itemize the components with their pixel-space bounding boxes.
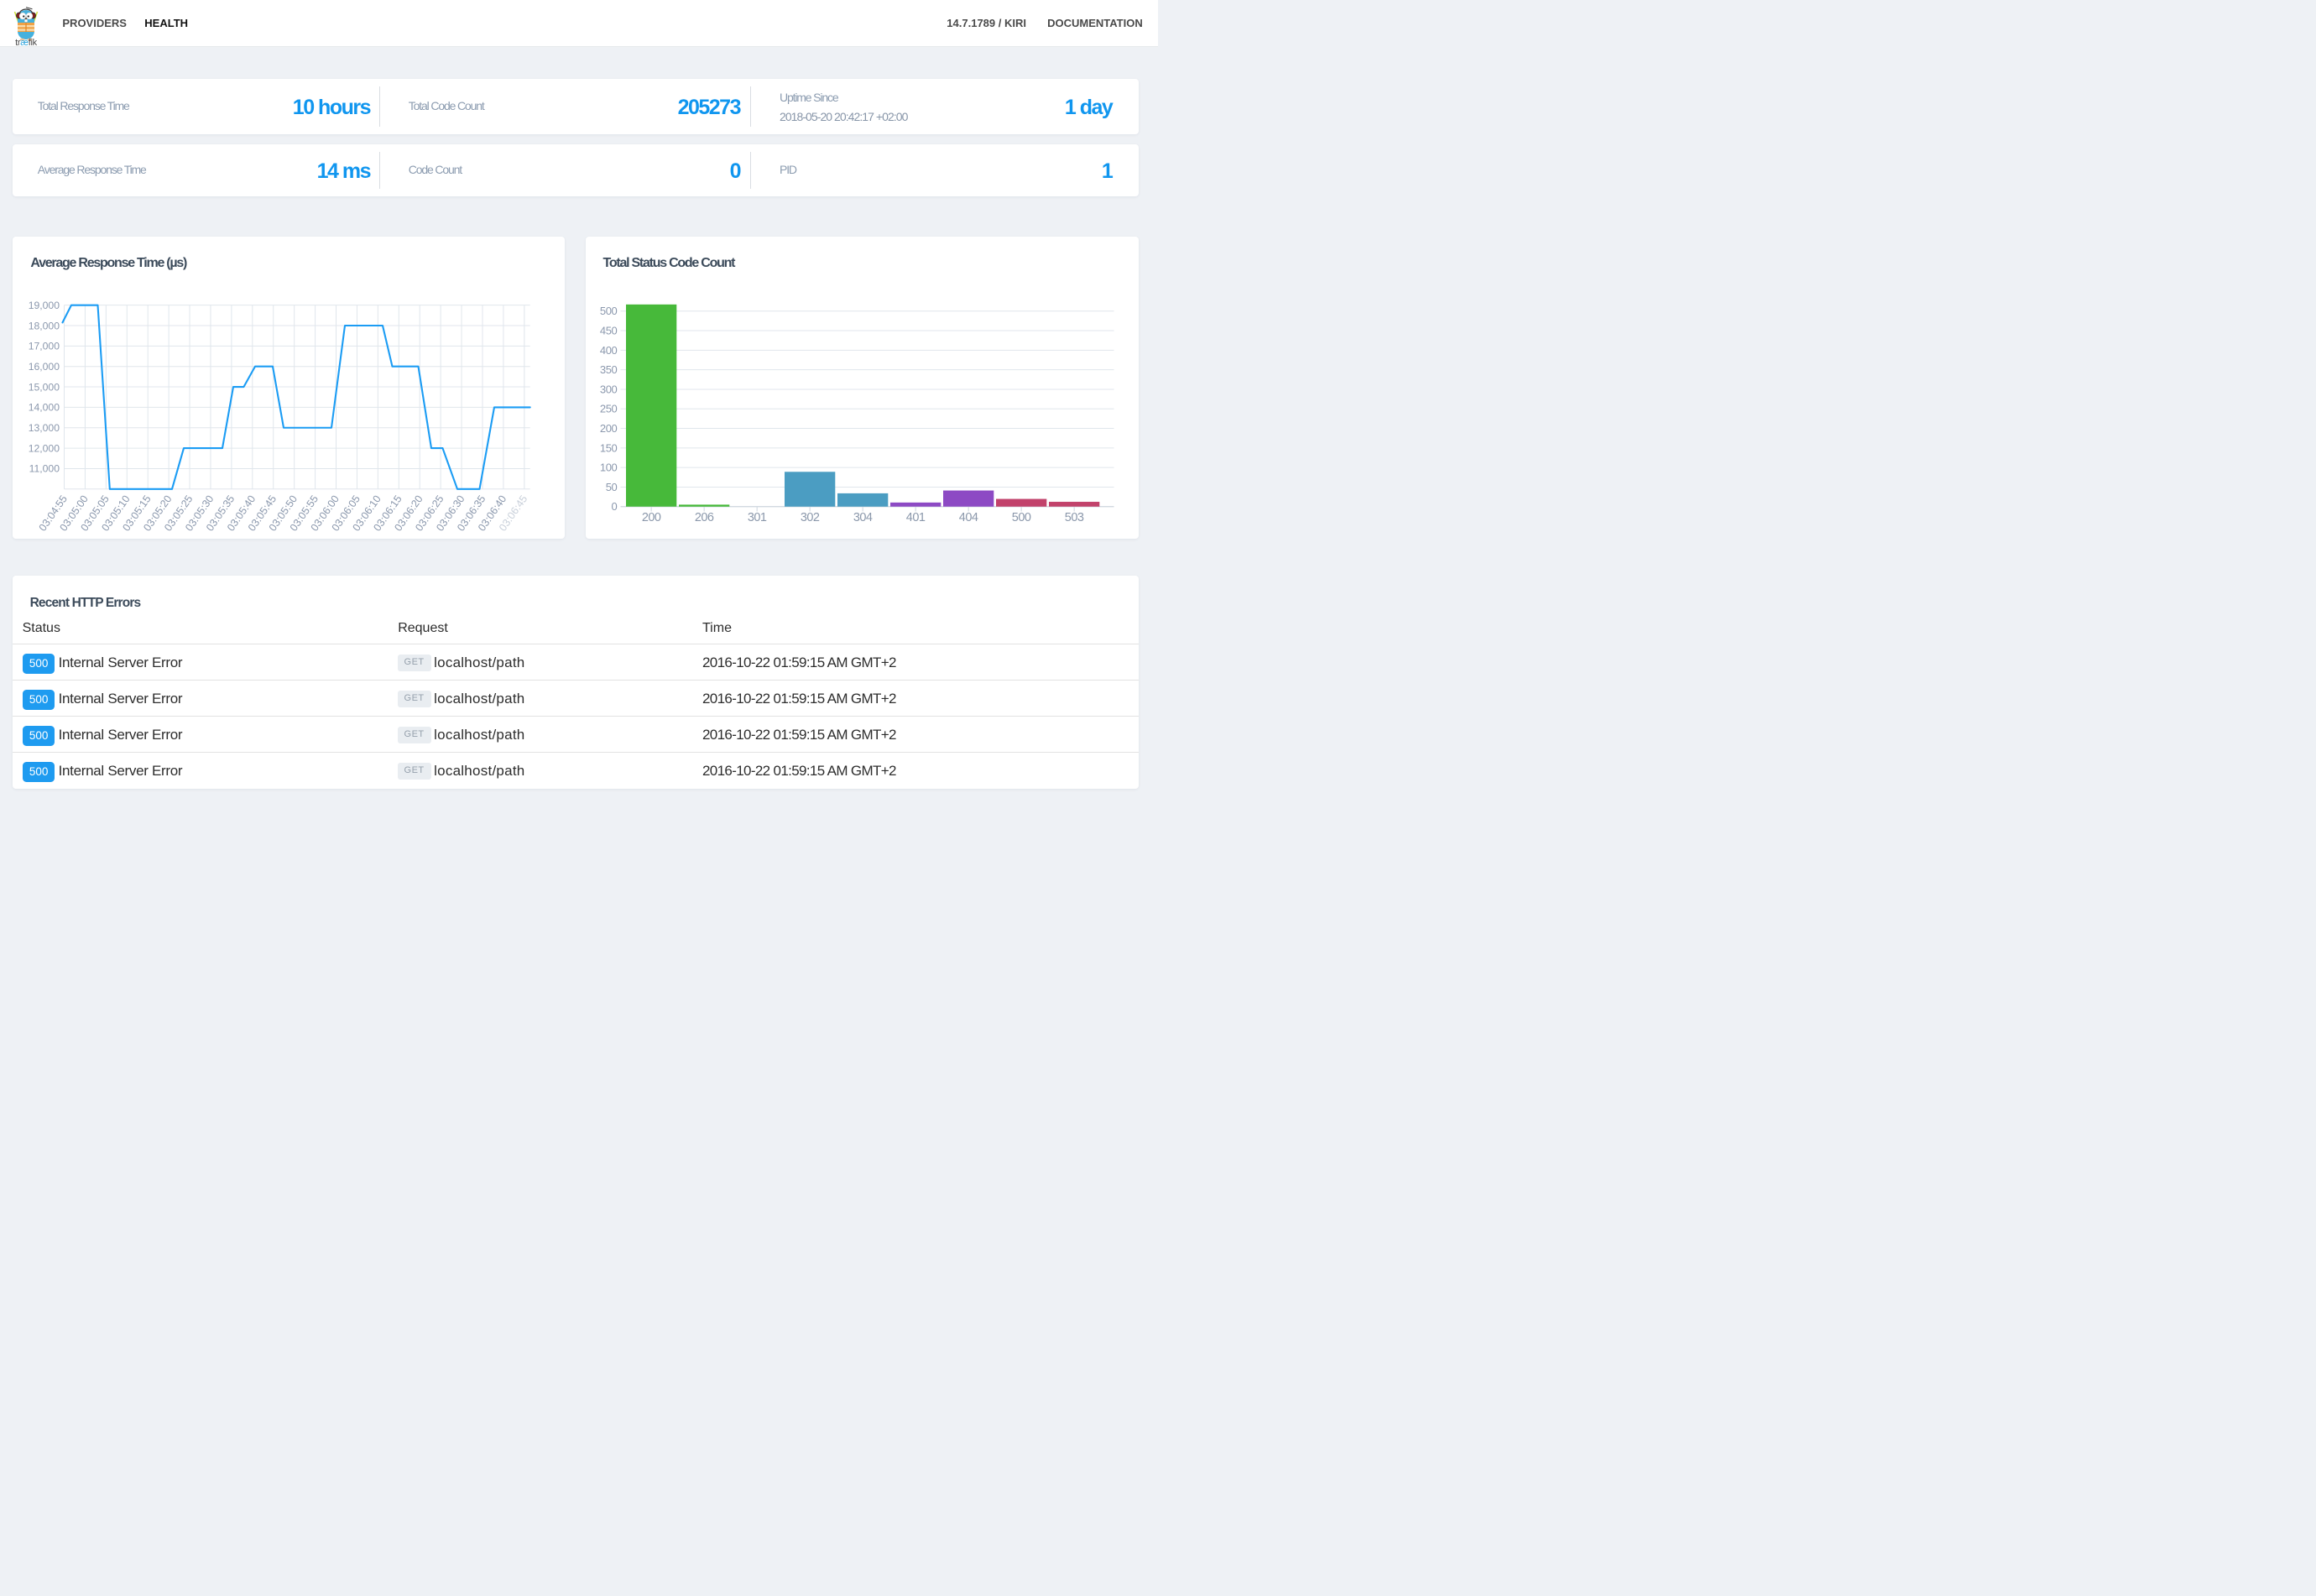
svg-text:450: 450 — [599, 324, 617, 336]
svg-text:13,000: 13,000 — [29, 422, 60, 434]
svg-text:19,000: 19,000 — [29, 299, 60, 310]
svg-text:16,000: 16,000 — [29, 361, 60, 373]
svg-text:400: 400 — [599, 343, 617, 356]
svg-text:18,000: 18,000 — [29, 320, 60, 331]
svg-text:304: 304 — [853, 510, 872, 524]
svg-text:401: 401 — [905, 510, 925, 524]
svg-text:11,000: 11,000 — [29, 462, 60, 474]
svg-text:300: 300 — [599, 383, 617, 395]
svg-text:15,000: 15,000 — [29, 381, 60, 393]
svg-text:14,000: 14,000 — [29, 401, 60, 413]
svg-text:100: 100 — [599, 461, 617, 473]
svg-text:302: 302 — [800, 510, 819, 524]
svg-text:350: 350 — [599, 363, 617, 376]
svg-text:12,000: 12,000 — [29, 442, 60, 454]
svg-text:500: 500 — [599, 305, 617, 317]
svg-text:500: 500 — [1011, 510, 1030, 524]
svg-text:301: 301 — [747, 510, 766, 524]
svg-text:0: 0 — [611, 500, 617, 513]
svg-text:200: 200 — [641, 510, 660, 524]
svg-text:17,000: 17,000 — [29, 340, 60, 352]
svg-text:150: 150 — [599, 441, 617, 454]
svg-text:503: 503 — [1064, 510, 1083, 524]
svg-text:250: 250 — [599, 402, 617, 415]
svg-text:50: 50 — [605, 480, 617, 493]
svg-text:200: 200 — [599, 422, 617, 435]
svg-text:206: 206 — [694, 510, 713, 524]
svg-text:404: 404 — [958, 510, 978, 524]
